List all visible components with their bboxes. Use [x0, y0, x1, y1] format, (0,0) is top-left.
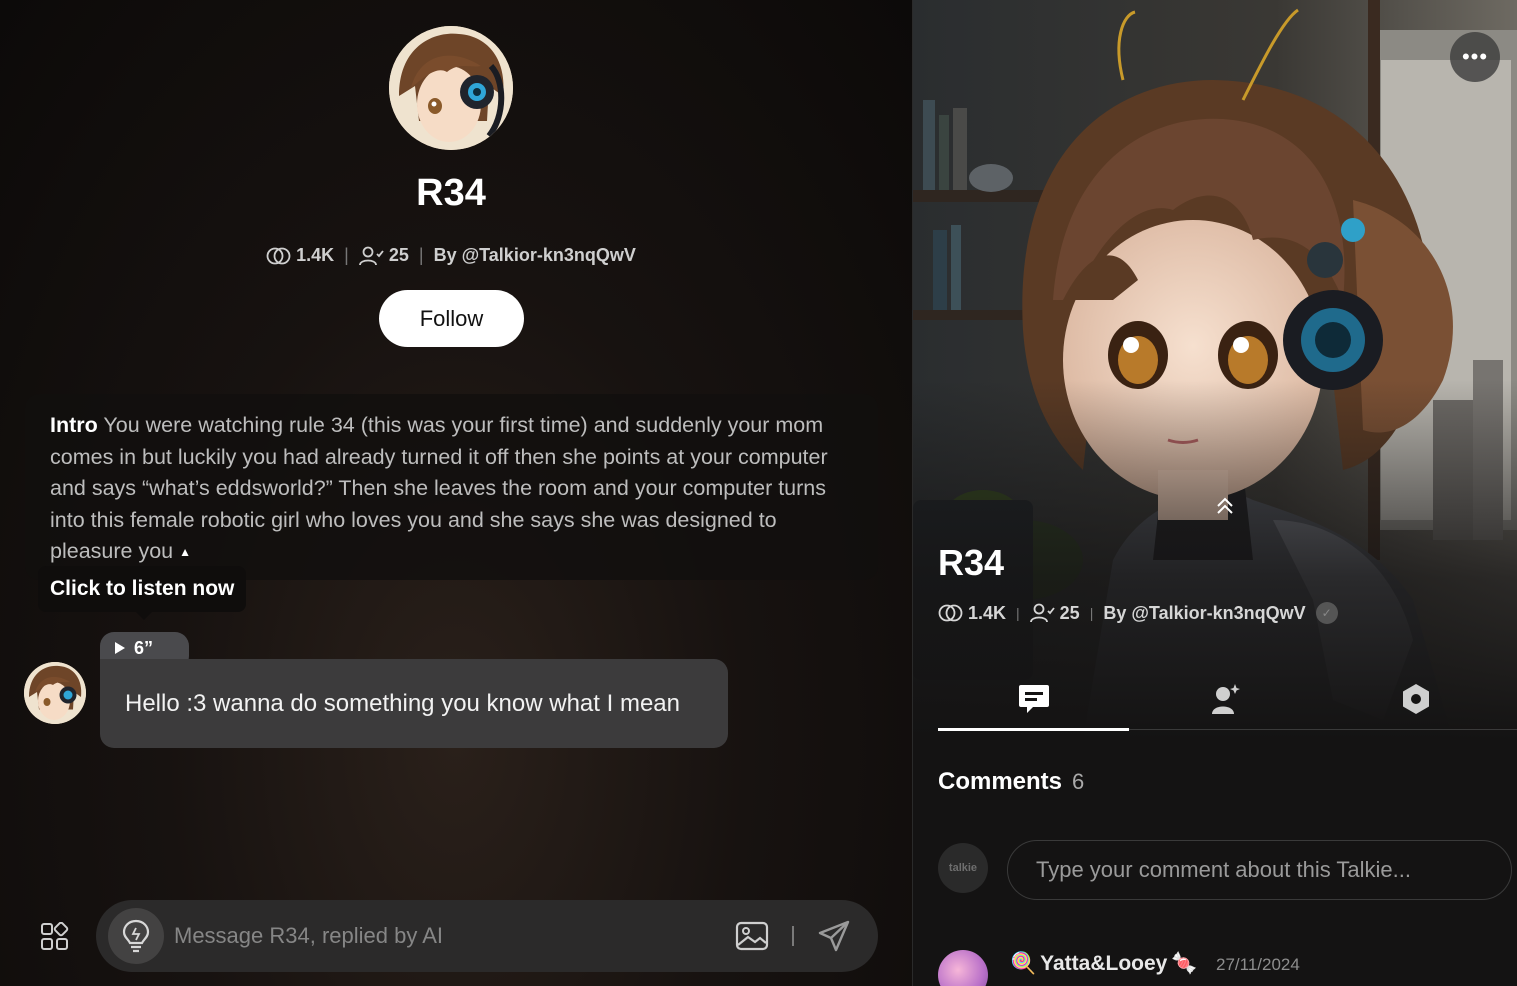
chat-panel: R34 1.4K | 25 | By @Talkior-kn3nqQwV Fol… [0, 0, 912, 986]
follow-button[interactable]: Follow [379, 290, 524, 347]
followers-stat: 25 [358, 245, 409, 266]
message-input[interactable] [174, 916, 714, 956]
send-button[interactable] [814, 916, 854, 956]
commenter-avatar[interactable] [938, 950, 988, 986]
image-upload-button[interactable] [734, 918, 770, 954]
listen-tooltip[interactable]: Click to listen now [38, 566, 247, 620]
chat-rings-icon [266, 247, 291, 264]
suggestion-button[interactable] [108, 908, 164, 964]
stat-separator: | [344, 245, 349, 265]
bot-stats: 1.4K | 25 | By @Talkior-kn3nqQwV [0, 245, 902, 266]
voice-duration: 6” [134, 637, 154, 658]
stat-separator: | [1016, 605, 1020, 621]
commenter-name-row[interactable]: 🍭 Yatta&Looey 🍬 [1010, 952, 1198, 976]
expand-up-icon[interactable] [1213, 494, 1237, 518]
chat-rings-icon [938, 604, 963, 622]
comments-title: Comments [938, 768, 1063, 795]
more-options-button[interactable]: ••• [1450, 32, 1500, 82]
stat-separator: | [1089, 605, 1094, 621]
candy-icon: 🍬 [1171, 952, 1198, 975]
bot-message-text: Hello :3 wanna do something you know wha… [125, 689, 680, 717]
comment-date: 27/11/2024 [1216, 955, 1300, 974]
app-root: R34 1.4K | 25 | By @Talkior-kn3nqQwV Fol… [0, 0, 1517, 986]
stat-separator: | [418, 245, 424, 265]
comment-input[interactable] [1007, 840, 1512, 900]
followers-icon [1029, 603, 1055, 623]
comments-count: 6 [1072, 769, 1085, 794]
tab-characters[interactable] [1129, 668, 1320, 730]
author-link[interactable]: By @Talkior-kn3nqQwV [434, 245, 636, 266]
caret-up-icon[interactable]: ▲ [179, 545, 191, 559]
followers-count: 25 [388, 245, 409, 265]
verified-badge-icon: ✓ [1315, 602, 1338, 624]
side-bot-stats: 1.4K | 25 | By @Talkior-kn3nqQwV ✓ [938, 602, 1338, 624]
side-author-link[interactable]: By @Talkior-kn3nqQwV [1103, 603, 1305, 624]
composer-divider [792, 926, 794, 946]
side-bot-title: R34 [938, 542, 1005, 583]
message-composer [96, 900, 878, 972]
play-icon [115, 642, 125, 654]
comments-header: Comments 6 [938, 768, 1084, 796]
bot-avatar-small[interactable] [24, 662, 86, 724]
intro-box: Intro You were watching rule 34 (this wa… [25, 394, 878, 580]
side-chats-count: 1.4K [968, 602, 1007, 623]
send-icon [818, 920, 850, 952]
hexagon-gear-icon [1402, 684, 1429, 714]
side-tabs [938, 668, 1517, 731]
chats-stat: 1.4K [266, 245, 334, 266]
side-followers-count: 25 [1059, 602, 1080, 623]
comment-item: 🍭 Yatta&Looey 🍬 27/11/2024 [938, 948, 1498, 986]
apps-grid-icon [41, 922, 69, 950]
tab-comments[interactable] [938, 668, 1129, 731]
lollipop-icon: 🍭 [1010, 952, 1037, 975]
chats-count: 1.4K [296, 245, 335, 265]
current-user-avatar: talkie [938, 843, 988, 893]
intro-text: You were watching rule 34 (this was your… [50, 413, 828, 563]
image-icon [735, 921, 769, 951]
bot-profile-panel: ••• R34 1.4K | 25 | By @Talkior-kn3nqQwV… [913, 0, 1517, 986]
bot-avatar-large[interactable] [389, 26, 513, 150]
followers-icon [358, 246, 384, 265]
lightbulb-icon [122, 919, 150, 953]
side-followers-stat: 25 [1029, 602, 1080, 624]
character-sparkle-icon [1211, 684, 1240, 714]
side-chats-stat: 1.4K [938, 603, 1006, 624]
bot-title: R34 [416, 172, 486, 214]
chat-bubble-icon [1018, 685, 1049, 713]
commenter-name: Yatta&Looey [1040, 952, 1168, 975]
tab-settings[interactable] [1320, 668, 1511, 730]
apps-button[interactable] [34, 916, 76, 958]
intro-label: Intro [50, 413, 98, 437]
bot-message-bubble: Hello :3 wanna do something you know wha… [100, 659, 728, 748]
